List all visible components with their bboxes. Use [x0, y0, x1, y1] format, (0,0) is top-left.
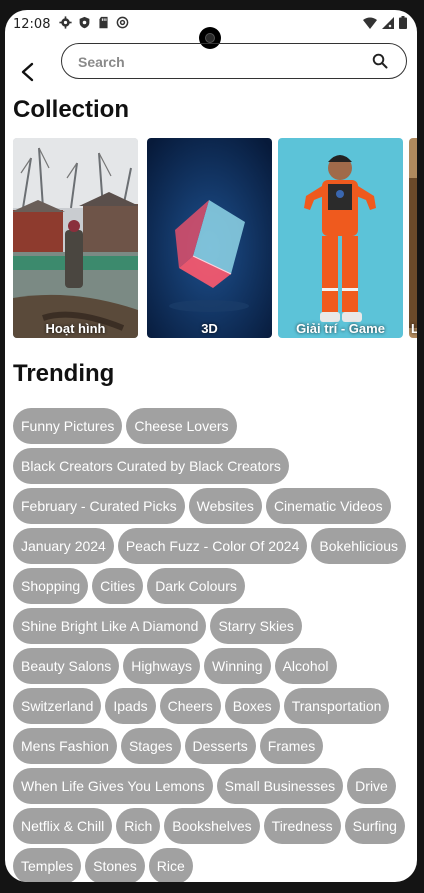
trending-tag[interactable]: Cheers [159, 688, 221, 724]
sd-card-icon [99, 16, 108, 29]
back-button[interactable] [13, 52, 43, 92]
status-system-icons [363, 16, 407, 29]
trending-tag[interactable]: Cheese Lovers [126, 408, 237, 444]
search-input[interactable] [76, 51, 360, 73]
collection-card[interactable]: Giải trí - Game [278, 138, 403, 338]
trending-tag[interactable]: Bokehlicious [311, 528, 406, 564]
collection-card-label: Hoạt hình [45, 321, 106, 336]
trending-tag[interactable]: January 2024 [13, 528, 114, 564]
trending-tag[interactable]: Small Businesses [216, 768, 344, 804]
trending-tag[interactable]: Ipads [105, 688, 156, 724]
trending-tag[interactable]: Desserts [184, 728, 256, 764]
search-icon[interactable] [372, 53, 388, 69]
trending-tag[interactable]: Alcohol [274, 648, 337, 684]
trending-tag[interactable]: Temples [13, 848, 82, 882]
wifi-icon [363, 17, 377, 29]
settings-icon [59, 16, 72, 29]
collection-card-label: 3D [201, 321, 218, 336]
collection-image-astronaut-kid [278, 138, 403, 338]
trending-tag[interactable]: Cinematic Videos [265, 488, 391, 524]
signal-icon [382, 16, 394, 29]
status-bar: 12:08 [5, 10, 417, 49]
at-sign-icon [116, 16, 129, 29]
trending-tag[interactable]: February - Curated Picks [13, 488, 185, 524]
collection-card[interactable]: 3D [147, 138, 272, 338]
collection-card-label: Giải trí - Game [296, 321, 385, 336]
collection-image-partial [409, 138, 417, 338]
trending-tag[interactable]: Frames [259, 728, 324, 764]
trending-tag[interactable]: Transportation [283, 688, 390, 724]
trending-tag[interactable]: Rich [116, 808, 161, 844]
trending-tag[interactable]: Tiredness [263, 808, 341, 844]
trending-tag[interactable]: Stones [85, 848, 145, 882]
collection-card[interactable]: Hoạt hình [13, 138, 138, 338]
collection-image-3d-cube [147, 138, 272, 338]
trending-tag[interactable]: Cities [92, 568, 144, 604]
collection-card[interactable]: L [409, 138, 417, 338]
collection-title: Collection [13, 96, 130, 123]
search-bar[interactable] [61, 43, 407, 79]
trending-tag[interactable]: Netflix & Chill [13, 808, 113, 844]
trending-tag[interactable]: Surfing [344, 808, 405, 844]
trending-tag[interactable]: Shopping [13, 568, 89, 604]
trending-tag[interactable]: Highways [123, 648, 200, 684]
trending-tag[interactable]: Black Creators Curated by Black Creators [13, 448, 289, 484]
trending-tag[interactable]: Funny Pictures [13, 408, 123, 444]
trending-tag[interactable]: Winning [204, 648, 271, 684]
trending-tag[interactable]: Rice [148, 848, 193, 882]
trending-tag[interactable]: Mens Fashion [13, 728, 117, 764]
battery-icon [399, 16, 407, 29]
back-arrow-icon [21, 62, 34, 82]
trending-title: Trending [13, 360, 115, 387]
trending-tag[interactable]: Boxes [224, 688, 280, 724]
trending-tag[interactable]: Peach Fuzz - Color Of 2024 [117, 528, 308, 564]
collection-carousel[interactable]: Hoạt hình 3D Giải trí - Game L [13, 138, 417, 338]
trending-tag[interactable]: Shine Bright Like A Diamond [13, 608, 207, 644]
trending-tag[interactable]: Websites [188, 488, 262, 524]
trending-tag[interactable]: When Life Gives You Lemons [13, 768, 213, 804]
status-notification-icons [59, 16, 129, 29]
collection-card-label: L [411, 321, 417, 336]
shield-icon [79, 16, 90, 29]
phone-screen: 12:08 Search Collection Hoạt hình 3D Giả… [5, 10, 417, 882]
trending-tag[interactable]: Starry Skies [210, 608, 302, 644]
trending-tag[interactable]: Bookshelves [164, 808, 260, 844]
trending-tag[interactable]: Stages [120, 728, 181, 764]
trending-tags: Funny Pictures Cheese Lovers Black Creat… [13, 408, 409, 882]
collection-image-lake [13, 138, 138, 338]
trending-tag[interactable]: Switzerland [13, 688, 102, 724]
trending-tag[interactable]: Beauty Salons [13, 648, 120, 684]
status-time: 12:08 [13, 17, 51, 32]
trending-tag[interactable]: Dark Colours [147, 568, 245, 604]
trending-tag[interactable]: Drive [347, 768, 396, 804]
